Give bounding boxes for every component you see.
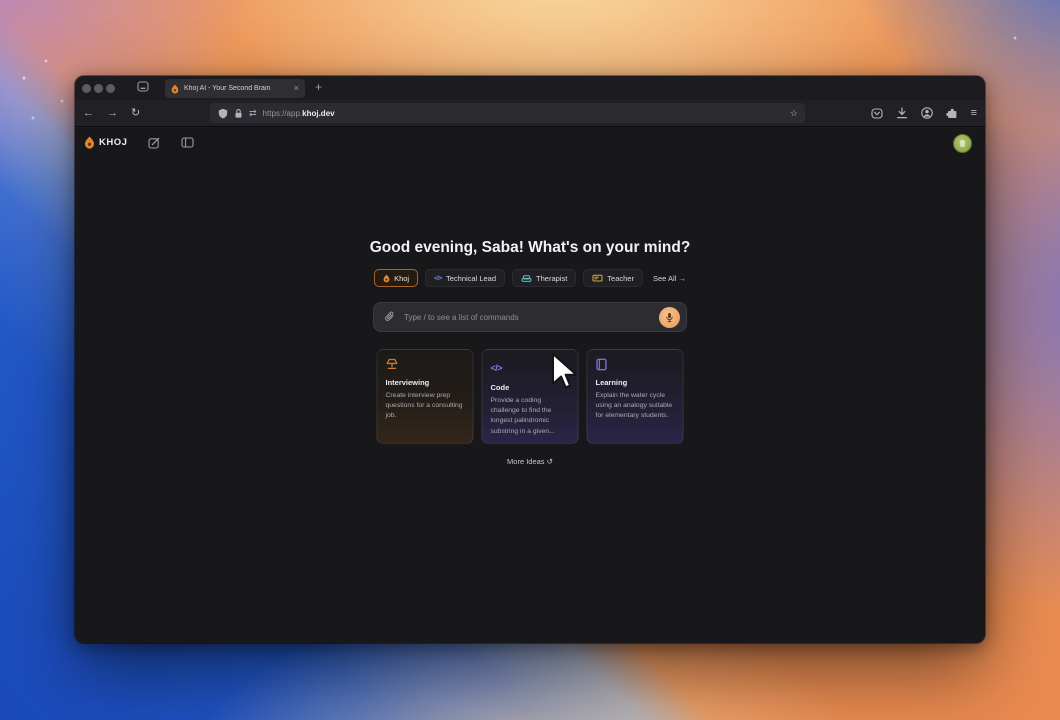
more-ideas-button[interactable]: More Ideas ↺ [75, 457, 985, 466]
zoom-window-button[interactable] [106, 83, 115, 93]
chat-input-placeholder: Type / to see a list of commands [404, 312, 519, 322]
agent-pill-teacher[interactable]: Teacher [583, 269, 643, 287]
lock-icon[interactable] [234, 108, 243, 119]
nav-buttons: ← → ↻ [83, 107, 140, 119]
agent-pill-label: Khoj [394, 273, 410, 283]
suggestion-cards: Interviewing Create interview prep quest… [376, 349, 684, 444]
url-bar[interactable]: ⇄ https://app.khoj.dev ☆ [210, 103, 805, 123]
browser-tab-bar: Khoj AI - Your Second Brain × + [75, 76, 985, 100]
close-window-button[interactable] [82, 83, 91, 93]
url-domain: khoj.dev [302, 108, 335, 118]
toolbar-right-icons: ≡ [871, 107, 977, 119]
brand-name: KHOJ [99, 137, 128, 148]
card-learning[interactable]: Learning Explain the water cycle using a… [586, 349, 684, 444]
khoj-flame-icon [383, 274, 390, 283]
app-header: KHOJ [84, 136, 194, 149]
new-chat-icon[interactable] [148, 137, 160, 149]
khoj-page: KHOJ Good evening, Saba! What's on your … [75, 128, 985, 643]
agent-pill-khoj[interactable]: Khoj [374, 269, 419, 287]
tab-close-icon[interactable]: × [294, 84, 299, 93]
url-text[interactable]: https://app.khoj.dev [263, 109, 335, 118]
agent-pill-technical-lead[interactable]: </> Technical Lead [425, 269, 506, 287]
agent-pill-row: Khoj </> Technical Lead Therapist Teache… [75, 269, 985, 287]
bookmark-star-icon[interactable]: ☆ [790, 108, 798, 119]
greeting-heading: Good evening, Saba! What's on your mind? [369, 239, 691, 256]
khoj-flame-icon [84, 136, 95, 149]
desktop-wallpaper: Khoj AI - Your Second Brain × + ← → ↻ ⇄ … [0, 0, 1060, 720]
attach-paperclip-icon[interactable] [384, 311, 395, 323]
more-ideas-label: More Ideas [507, 457, 545, 466]
card-description: Create interview prep questions for a co… [385, 392, 463, 420]
browser-toolbar: ← → ↻ ⇄ https://app.khoj.dev ☆ ≡ [75, 100, 985, 127]
new-tab-button[interactable]: + [315, 80, 322, 94]
refresh-icon: ↺ [546, 457, 553, 466]
forward-icon[interactable]: → [107, 107, 118, 119]
shield-icon[interactable] [218, 108, 228, 119]
agent-pill-therapist[interactable]: Therapist [512, 269, 577, 287]
browser-tab-khoj[interactable]: Khoj AI - Your Second Brain × [165, 79, 305, 98]
firefox-view-icon[interactable] [137, 81, 149, 92]
code-icon: </> [434, 274, 442, 282]
url-scheme: https://app. [262, 108, 303, 118]
book-icon [596, 358, 675, 371]
tab-favicon-khoj-flame-icon [171, 84, 179, 94]
reload-icon[interactable]: ↻ [131, 107, 140, 119]
extensions-puzzle-icon[interactable] [945, 107, 958, 119]
see-all-link[interactable]: See All → [653, 274, 686, 283]
card-title: Code [490, 383, 510, 392]
browser-window: Khoj AI - Your Second Brain × + ← → ↻ ⇄ … [75, 76, 985, 643]
card-title: Interviewing [385, 378, 430, 387]
lamp-icon [386, 358, 465, 371]
tab-title: Khoj AI - Your Second Brain [184, 85, 271, 92]
card-description: Provide a coding challenge to find the l… [490, 397, 555, 435]
sidebar-toggle-icon[interactable] [181, 137, 194, 148]
minimize-window-button[interactable] [94, 83, 103, 93]
voice-mic-button[interactable] [659, 306, 680, 328]
window-controls [82, 83, 115, 93]
chat-input[interactable]: Type / to see a list of commands [373, 302, 687, 332]
agent-pill-label: Teacher [607, 273, 634, 283]
connection-swap-icon[interactable]: ⇄ [249, 108, 257, 119]
pocket-icon[interactable] [871, 107, 883, 119]
downloads-icon[interactable] [896, 107, 908, 119]
card-code[interactable]: </> Code Provide a coding challenge to f… [481, 349, 579, 444]
agent-pill-label: Technical Lead [445, 273, 497, 283]
back-icon[interactable]: ← [83, 107, 94, 119]
card-description: Explain the water cycle using an analogy… [595, 392, 673, 420]
board-icon [592, 274, 603, 283]
account-icon[interactable] [920, 107, 933, 119]
user-avatar[interactable] [953, 134, 972, 153]
couch-icon [521, 274, 532, 283]
card-interviewing[interactable]: Interviewing Create interview prep quest… [376, 349, 474, 444]
agent-pill-label: Therapist [536, 273, 568, 283]
code-icon: </> [490, 363, 503, 373]
card-title: Learning [595, 378, 628, 387]
menu-hamburger-icon[interactable]: ≡ [971, 107, 977, 119]
